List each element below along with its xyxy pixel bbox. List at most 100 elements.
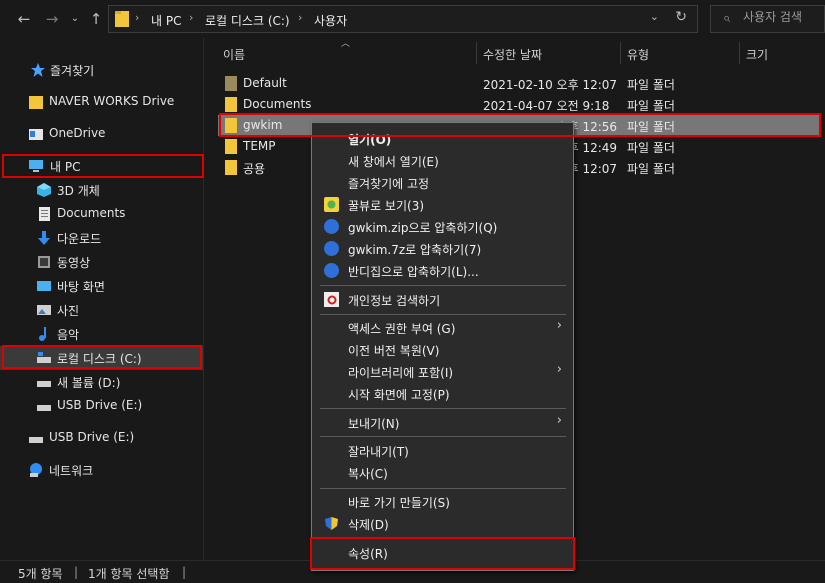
menu-item-create-shortcut[interactable]: 바로 가기 만들기(S) bbox=[314, 491, 572, 513]
menu-item-include-library[interactable]: 라이브러리에 포함(I) › bbox=[314, 361, 572, 383]
document-icon bbox=[39, 207, 50, 221]
sidebar-item-label: OneDrive bbox=[49, 126, 106, 140]
menu-item-label: 보내기(N) bbox=[348, 417, 400, 431]
menu-separator bbox=[320, 408, 566, 409]
file-date: 2021-04-07 오전 9:18 bbox=[483, 99, 610, 113]
sidebar-item-3d-objects[interactable]: 3D 개체 bbox=[0, 178, 203, 202]
address-bar[interactable]: › 내 PC › 로컬 디스크 (C:) › 사용자 ⌄ ↻ bbox=[108, 5, 698, 33]
sidebar-item-label: 새 볼륨 (D:) bbox=[57, 376, 121, 390]
file-type: 파일 폴더 bbox=[627, 99, 675, 113]
music-icon bbox=[39, 327, 46, 341]
back-arrow-icon[interactable]: ← bbox=[14, 8, 34, 30]
search-box[interactable]: ⌕ bbox=[710, 5, 825, 33]
pictures-icon bbox=[37, 305, 51, 315]
menu-item-pin-start[interactable]: 시작 화면에 고정(P) bbox=[314, 383, 572, 405]
up-arrow-icon[interactable]: ↑ bbox=[86, 8, 106, 30]
sidebar-item-label: NAVER WORKS Drive bbox=[49, 94, 175, 108]
menu-item-privacy-search[interactable]: 개인정보 검색하기 bbox=[314, 289, 572, 311]
breadcrumb-separator-icon: › bbox=[135, 11, 140, 24]
column-header-size[interactable]: 크기 bbox=[746, 46, 768, 63]
sidebar-item-documents[interactable]: Documents bbox=[0, 202, 203, 226]
column-divider[interactable] bbox=[476, 42, 477, 64]
table-row[interactable]: Default 2021-02-10 오후 12:07 파일 폴더 bbox=[218, 73, 821, 94]
onedrive-icon bbox=[29, 129, 43, 140]
table-row[interactable]: Documents 2021-04-07 오전 9:18 파일 폴더 bbox=[218, 94, 821, 115]
navigation-pane: 즐겨찾기 NAVER WORKS Drive OneDrive 내 PC 3D … bbox=[0, 38, 203, 560]
menu-item-label: 꿀뷰로 보기(3) bbox=[348, 199, 425, 213]
network-icon bbox=[30, 463, 42, 477]
file-type: 파일 폴더 bbox=[627, 141, 675, 155]
sidebar-item-label: USB Drive (E:) bbox=[49, 430, 135, 444]
folder-icon bbox=[29, 96, 43, 109]
history-chevron-icon[interactable]: ⌄ bbox=[65, 8, 85, 30]
menu-item-pin-favorites[interactable]: 즐겨찾기에 고정 bbox=[314, 172, 572, 194]
highlight-box bbox=[2, 345, 202, 369]
usb-drive-icon bbox=[29, 437, 43, 443]
menu-item-compress-bandizip[interactable]: 반디집으로 압축하기(L)... bbox=[314, 260, 572, 282]
search-icon: ⌕ bbox=[723, 11, 731, 26]
sidebar-item-usb-drive-e[interactable]: USB Drive (E:) bbox=[0, 394, 203, 418]
sidebar-item-new-volume-d[interactable]: 새 볼륨 (D:) bbox=[0, 370, 203, 394]
menu-item-open-new-window[interactable]: 새 창에서 열기(E) bbox=[314, 150, 572, 172]
menu-item-label: 잘라내기(T) bbox=[348, 445, 409, 459]
sidebar-item-network[interactable]: 네트워크 bbox=[0, 458, 203, 482]
menu-item-copy[interactable]: 복사(C) bbox=[314, 462, 572, 484]
privacy-search-icon bbox=[324, 292, 339, 307]
sidebar-item-usb-drive-e-root[interactable]: USB Drive (E:) bbox=[0, 426, 203, 450]
file-name: 공용 bbox=[243, 162, 266, 176]
breadcrumb-my-pc[interactable]: 내 PC bbox=[151, 12, 181, 29]
sidebar-item-favorites[interactable]: 즐겨찾기 bbox=[0, 58, 203, 82]
address-dropdown-icon[interactable]: ⌄ bbox=[650, 10, 659, 23]
folder-icon bbox=[225, 160, 237, 175]
sidebar-item-naver-works-drive[interactable]: NAVER WORKS Drive bbox=[0, 90, 203, 114]
sidebar-item-desktop[interactable]: 바탕 화면 bbox=[0, 274, 203, 298]
menu-item-compress-zip[interactable]: gwkim.zip으로 압축하기(Q) bbox=[314, 216, 572, 238]
sidebar-item-label: USB Drive (E:) bbox=[57, 398, 143, 412]
folder-icon bbox=[225, 139, 237, 154]
sidebar-item-onedrive[interactable]: OneDrive bbox=[0, 122, 203, 146]
sidebar-item-pictures[interactable]: 사진 bbox=[0, 298, 203, 322]
menu-separator bbox=[320, 285, 566, 286]
sidebar-item-label: 네트워크 bbox=[49, 464, 94, 478]
status-separator: | bbox=[182, 565, 187, 579]
menu-item-restore-versions[interactable]: 이전 버전 복원(V) bbox=[314, 339, 572, 361]
breadcrumb-separator-icon: › bbox=[298, 11, 303, 24]
breadcrumb-separator-icon: › bbox=[189, 11, 194, 24]
menu-item-give-access[interactable]: 액세스 권한 부여 (G) › bbox=[314, 317, 572, 339]
honeyview-icon bbox=[324, 197, 339, 212]
menu-item-cut[interactable]: 잘라내기(T) bbox=[314, 440, 572, 462]
menu-item-compress-7z[interactable]: gwkim.7z로 압축하기(7) bbox=[314, 238, 572, 260]
menu-item-label: 즐겨찾기에 고정 bbox=[348, 177, 430, 191]
menu-item-send-to[interactable]: 보내기(N) › bbox=[314, 412, 572, 434]
sort-ascending-icon: ︿ bbox=[341, 39, 351, 49]
sidebar-item-videos[interactable]: 동영상 bbox=[0, 250, 203, 274]
column-divider[interactable] bbox=[739, 42, 740, 64]
sidebar-item-downloads[interactable]: 다운로드 bbox=[0, 226, 203, 250]
breadcrumb-local-disk[interactable]: 로컬 디스크 (C:) bbox=[205, 12, 290, 29]
drive-icon bbox=[37, 381, 51, 387]
submenu-arrow-icon: › bbox=[556, 413, 562, 428]
folder-icon bbox=[225, 76, 237, 91]
sidebar-item-music[interactable]: 음악 bbox=[0, 322, 203, 346]
context-menu: 열기(O) 새 창에서 열기(E) 즐겨찾기에 고정 꿀뷰로 보기(3) gwk… bbox=[311, 122, 574, 571]
menu-item-honeyview[interactable]: 꿀뷰로 보기(3) bbox=[314, 194, 572, 216]
search-input[interactable] bbox=[743, 10, 825, 24]
refresh-icon[interactable]: ↻ bbox=[675, 9, 687, 25]
forward-arrow-icon[interactable]: → bbox=[42, 8, 62, 30]
usb-drive-icon bbox=[37, 405, 51, 411]
menu-item-label: 액세스 권한 부여 (G) bbox=[348, 322, 456, 336]
menu-item-label: 라이브러리에 포함(I) bbox=[348, 366, 454, 380]
sidebar-item-label: 동영상 bbox=[57, 256, 91, 270]
folder-icon bbox=[115, 11, 129, 27]
column-header-date[interactable]: 수정한 날짜 bbox=[483, 46, 542, 63]
menu-item-delete[interactable]: 삭제(D) bbox=[314, 513, 572, 535]
menu-item-label: 개인정보 검색하기 bbox=[348, 294, 441, 308]
menu-item-label: 이전 버전 복원(V) bbox=[348, 344, 440, 358]
column-header-type[interactable]: 유형 bbox=[627, 46, 649, 63]
folder-icon bbox=[225, 97, 237, 112]
breadcrumb-users[interactable]: 사용자 bbox=[314, 12, 347, 29]
column-divider[interactable] bbox=[620, 42, 621, 64]
video-icon bbox=[38, 256, 50, 268]
menu-item-label: 시작 화면에 고정(P) bbox=[348, 388, 450, 402]
column-header-name[interactable]: 이름 bbox=[223, 46, 245, 63]
